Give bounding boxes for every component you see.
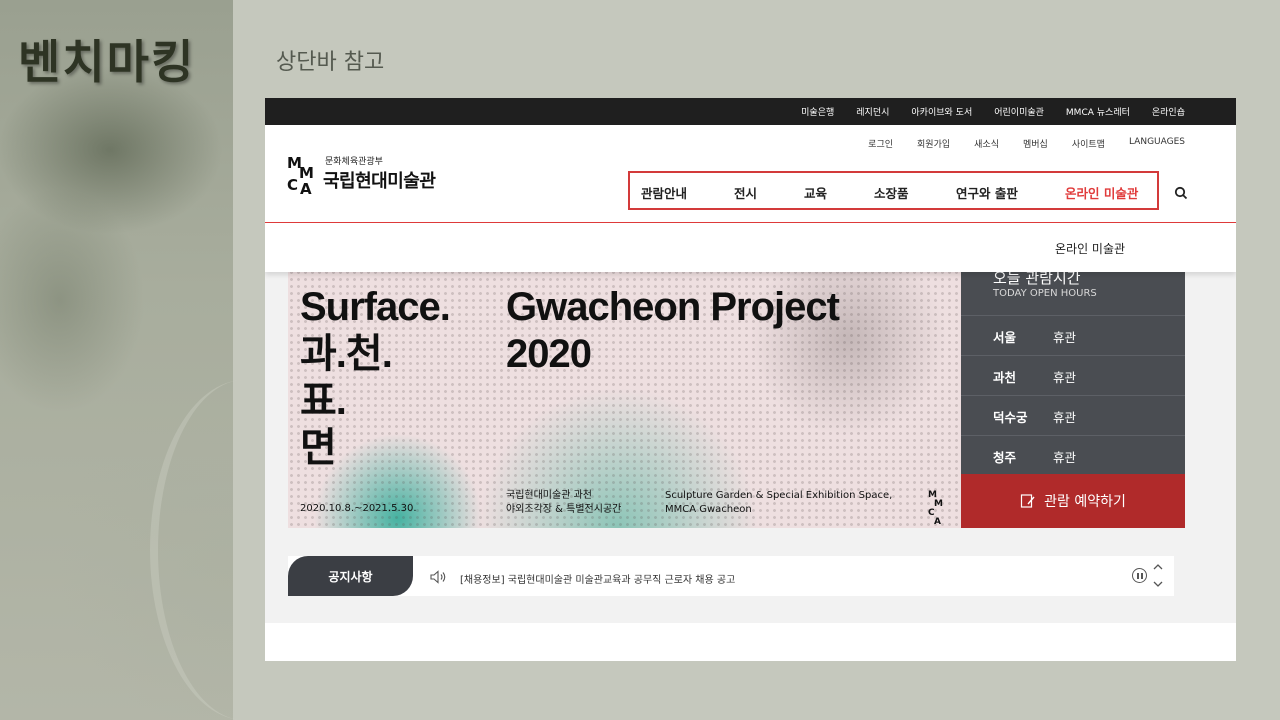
exhibition-banner[interactable]: Surface. 과.천. 표. 면 Gwacheon Project 2020… [288,248,961,528]
speaker-icon [430,570,446,584]
gnb-highlight-box: 관람안내 전시 교육 소장품 연구와 출판 온라인 미술관 [628,171,1159,210]
news-link[interactable]: 새소식 [974,137,999,150]
sub-menu-dropdown: 온라인 미술관 [265,223,1236,272]
topbar-link-online-shop[interactable]: 온라인숍 [1152,105,1185,118]
hours-subtitle: TODAY OPEN HOURS [993,288,1097,299]
banner-venue-english: Sculpture Garden & Special Exhibition Sp… [665,490,893,515]
slide-title: 벤치마킹 [18,35,196,89]
banner-mmca-mark: M M C A [928,490,943,527]
nav-item-online-museum[interactable]: 온라인 미술관 [1065,183,1138,202]
notice-arrows [1153,564,1163,587]
nav-item-visit[interactable]: 관람안내 [641,183,687,202]
mmca-logo-mark: M M C A [287,154,314,198]
topbar-link-art-bank[interactable]: 미술은행 [801,105,834,118]
today-open-hours-panel: 오늘 관람시간 TODAY OPEN HOURS 서울 휴관 과천 휴관 덕수궁… [961,248,1185,474]
banner-title-left: Surface. 과.천. 표. 면 [300,285,451,470]
banner-venue-korean: 국립현대미술관 과천 야외조각장 & 특별전시공간 [506,490,622,515]
hours-row-cheongju: 청주 휴관 [961,435,1185,475]
chevron-up-icon[interactable] [1153,564,1163,570]
nav-item-research[interactable]: 연구와 출판 [956,183,1018,202]
pause-icon[interactable] [1132,568,1147,583]
banner-date: 2020.10.8.~2021.5.30. [300,503,417,514]
signup-link[interactable]: 회원가입 [917,137,950,150]
website-screenshot: 미술은행 레지던시 아카이브와 도서 어린이미술관 MMCA 뉴스레터 온라인숍… [265,98,1236,661]
banner-title-right: Gwacheon Project 2020 [506,285,840,376]
submenu-item-online-museum[interactable]: 온라인 미술관 [1055,240,1125,257]
reserve-visit-label: 관람 예약하기 [1044,494,1126,510]
notice-tab-label: 공지사항 [328,569,373,584]
nav-item-education[interactable]: 교육 [804,183,827,202]
sitemap-link[interactable]: 사이트맵 [1072,137,1105,150]
logo[interactable]: M M C A 문화체육관광부 국립현대미술관 [287,154,457,198]
languages-link[interactable]: LANGUAGES [1129,137,1185,150]
topbar-link-archive[interactable]: 아카이브와 도서 [911,105,972,118]
topbar-link-residency[interactable]: 레지던시 [856,105,889,118]
header: 로그인 회원가입 새소식 멤버십 사이트맵 LANGUAGES M M C A … [265,125,1236,223]
logo-ministry: 문화체육관광부 [325,157,383,167]
top-bar-links: 미술은행 레지던시 아카이브와 도서 어린이미술관 MMCA 뉴스레터 온라인숍 [801,98,1185,125]
logo-name: 국립현대미술관 [323,171,436,192]
notice-tab[interactable]: 공지사항 [288,556,413,596]
hours-row-gwacheon: 과천 휴관 [961,355,1185,395]
nav-item-collection[interactable]: 소장품 [874,183,909,202]
chevron-down-icon[interactable] [1153,581,1163,587]
hours-row-seoul: 서울 휴관 [961,315,1185,355]
footer-band [265,623,1236,661]
top-bar: 미술은행 레지던시 아카이브와 도서 어린이미술관 MMCA 뉴스레터 온라인숍 [265,98,1236,125]
decorative-photo-panel [0,0,233,720]
search-icon[interactable] [1174,186,1188,200]
reserve-visit-button[interactable]: 관람 예약하기 [961,474,1185,528]
login-link[interactable]: 로그인 [868,137,893,150]
edit-note-icon [1021,494,1035,508]
nav-item-exhibition[interactable]: 전시 [734,183,757,202]
notice-text[interactable]: [채용정보] 국립현대미술관 미술관교육과 공무직 근로자 채용 공고 [460,571,735,586]
main-navigation: 관람안내 전시 교육 소장품 연구와 출판 온라인 미술관 [630,173,1157,208]
membership-link[interactable]: 멤버십 [1023,137,1048,150]
hours-row-deoksugung: 덕수궁 휴관 [961,395,1185,435]
slide-subtitle: 상단바 참고 [276,50,385,75]
notice-bar: 공지사항 [채용정보] 국립현대미술관 미술관교육과 공무직 근로자 채용 공고 [288,556,1174,596]
utility-links: 로그인 회원가입 새소식 멤버십 사이트맵 LANGUAGES [868,137,1185,150]
topbar-link-kids-museum[interactable]: 어린이미술관 [994,105,1044,118]
topbar-link-newsletter[interactable]: MMCA 뉴스레터 [1066,105,1130,118]
